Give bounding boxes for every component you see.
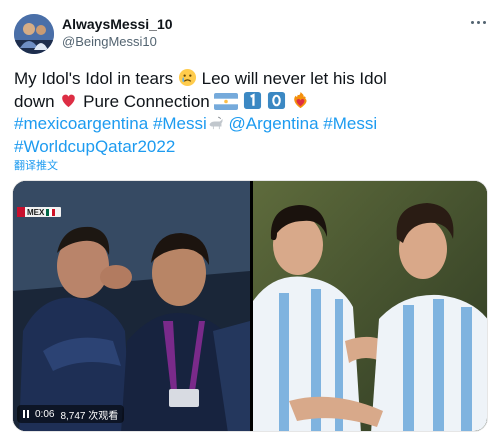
- tweet-text-line-4: #WorldcupQatar2022: [14, 136, 488, 159]
- mexico-flag-icon: [46, 208, 56, 216]
- tweet-text-segment: My Idol's Idol in tears: [14, 69, 174, 88]
- photo-thumbnail[interactable]: [253, 181, 487, 431]
- tweet-card[interactable]: AlwaysMessi_10 @BeingMessi10 My Idol's I…: [0, 0, 500, 440]
- crying-face-icon: [178, 68, 197, 94]
- tweet-text-segment: Pure Connection: [83, 91, 210, 111]
- video-views: 8,747 次观看: [60, 410, 119, 422]
- hashtag-link[interactable]: #WorldcupQatar2022: [14, 137, 175, 156]
- tweet-text: My Idol's Idol in tears Leo will never l…: [14, 68, 488, 158]
- hashtag-link[interactable]: #mexicoargentina: [14, 114, 148, 133]
- pause-icon[interactable]: [23, 410, 29, 418]
- more-options-icon[interactable]: [466, 12, 490, 32]
- translate-tweet-link[interactable]: 翻译推文: [14, 157, 58, 173]
- mention-link[interactable]: @Argentina: [229, 114, 319, 133]
- scorebug-team: MEX: [27, 207, 45, 217]
- goat-icon: [207, 116, 224, 139]
- hashtag-link[interactable]: #Messi: [323, 114, 377, 133]
- tweet-text-line-2: down Pure Connection: [14, 91, 488, 114]
- user-handle[interactable]: @BeingMessi10: [62, 34, 157, 49]
- avatar[interactable]: [14, 14, 54, 54]
- tweet-text-line-1: My Idol's Idol in tears Leo will never l…: [14, 68, 488, 91]
- tweet-text-segment: down: [14, 91, 55, 111]
- video-controls: 0:06 8,747 次观看: [17, 405, 125, 423]
- video-thumbnail[interactable]: MEX 0:06 8,747 次观看: [13, 181, 250, 431]
- tweet-text-segment: Leo will never let his Idol: [201, 69, 387, 88]
- tweet-text-line-3: #mexicoargentina #Messi @Argentina #Mess…: [14, 113, 488, 136]
- video-time: 0:06: [35, 408, 55, 420]
- scorebug: MEX: [17, 207, 61, 217]
- media-grid: MEX 0:06 8,747 次观看: [12, 180, 488, 432]
- display-name[interactable]: AlwaysMessi_10: [62, 16, 173, 32]
- hashtag-link[interactable]: #Messi: [153, 114, 207, 133]
